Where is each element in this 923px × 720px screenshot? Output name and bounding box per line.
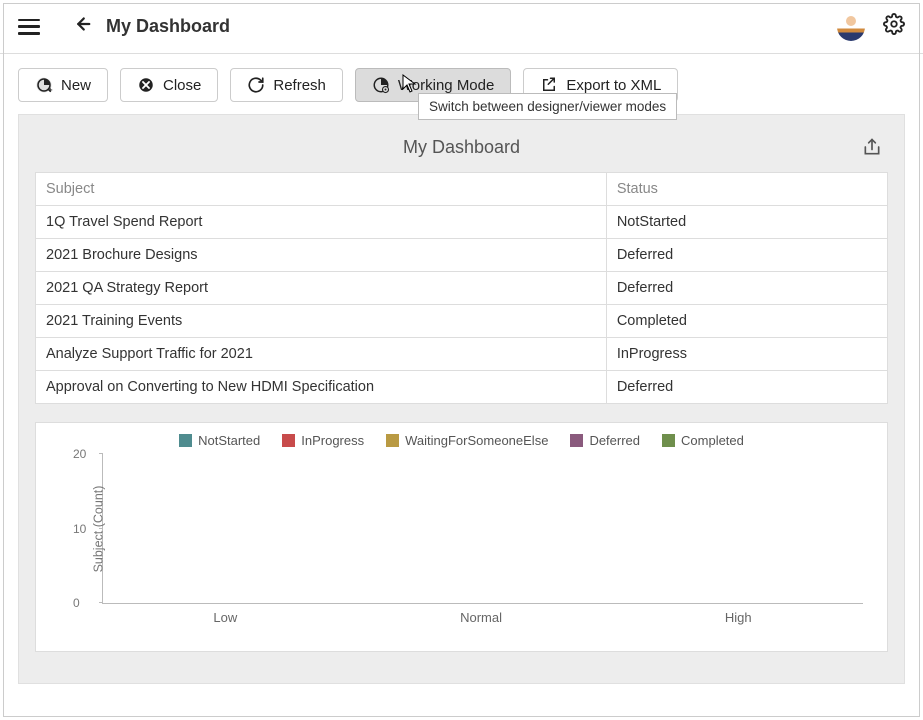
settings-gear-icon[interactable] [883,13,905,40]
new-label: New [61,77,91,94]
refresh-button[interactable]: Refresh [230,68,343,102]
chart-legend: NotStarted InProgress WaitingForSomeoneEls… [50,433,873,448]
cell-status: Deferred [606,239,887,272]
working-mode-label: Working Mode [398,77,494,94]
table-row[interactable]: Approval on Converting to New HDMI Speci… [36,371,888,404]
legend-swatch [570,434,583,447]
close-button[interactable]: Close [120,68,218,102]
refresh-label: Refresh [273,77,326,94]
tasks-table: Subject Status 1Q Travel Spend ReportNot… [35,172,888,404]
hamburger-menu-icon[interactable] [18,16,40,38]
legend-label: InProgress [301,433,364,448]
col-subject[interactable]: Subject [36,173,607,206]
ytick-10: 10 [73,522,86,536]
legend-item[interactable]: NotStarted [179,433,260,448]
y-axis-label: Subject (Count) [91,485,105,572]
svg-text:+: + [48,86,53,95]
cell-status: Deferred [606,371,887,404]
dashboard-title: My Dashboard [35,137,888,158]
cell-status: InProgress [606,338,887,371]
table-row[interactable]: 2021 Training EventsCompleted [36,305,888,338]
legend-item[interactable]: Completed [662,433,744,448]
legend-label: Completed [681,433,744,448]
cell-subject: Approval on Converting to New HDMI Speci… [36,371,607,404]
legend-label: Deferred [589,433,640,448]
share-icon[interactable] [862,137,882,162]
cell-subject: 2021 Training Events [36,305,607,338]
legend-swatch [282,434,295,447]
export-label: Export to XML [566,77,661,94]
refresh-icon [247,76,265,94]
table-row[interactable]: 1Q Travel Spend ReportNotStarted [36,206,888,239]
user-avatar[interactable] [837,13,865,41]
legend-label: WaitingForSomeoneElse [405,433,548,448]
table-header-row: Subject Status [36,173,888,206]
back-arrow-icon[interactable] [70,13,92,40]
page-title: My Dashboard [106,16,230,37]
cell-status: Deferred [606,272,887,305]
dashboard-canvas: My Dashboard Subject Status 1Q Travel Sp… [18,114,905,684]
top-bar: My Dashboard [0,0,923,54]
chart-plot: Subject (Count) 0 10 20 [102,454,863,604]
cell-subject: 2021 QA Strategy Report [36,272,607,305]
new-button[interactable]: + New [18,68,108,102]
table-row[interactable]: 2021 QA Strategy ReportDeferred [36,272,888,305]
working-mode-tooltip: Switch between designer/viewer modes [418,93,677,120]
export-icon [540,76,558,94]
ytick-20: 20 [73,447,86,461]
legend-swatch [179,434,192,447]
cell-subject: 2021 Brochure Designs [36,239,607,272]
working-mode-icon [372,76,390,94]
legend-swatch [662,434,675,447]
status-chart: NotStarted InProgress WaitingForSomeoneEls… [35,422,888,652]
x-tick-label: Low [213,610,237,625]
cell-status: Completed [606,305,887,338]
legend-label: NotStarted [198,433,260,448]
legend-item[interactable]: Deferred [570,433,640,448]
ytick-0: 0 [73,596,80,610]
x-tick-label: High [725,610,752,625]
legend-swatch [386,434,399,447]
cell-subject: Analyze Support Traffic for 2021 [36,338,607,371]
cell-status: NotStarted [606,206,887,239]
new-icon: + [35,76,53,94]
close-label: Close [163,77,201,94]
cell-subject: 1Q Travel Spend Report [36,206,607,239]
legend-item[interactable]: WaitingForSomeoneElse [386,433,548,448]
table-row[interactable]: Analyze Support Traffic for 2021InProgre… [36,338,888,371]
x-tick-label: Normal [460,610,502,625]
x-axis-labels: Low Normal High [102,610,863,625]
legend-item[interactable]: InProgress [282,433,364,448]
table-row[interactable]: 2021 Brochure DesignsDeferred [36,239,888,272]
close-icon [137,76,155,94]
col-status[interactable]: Status [606,173,887,206]
